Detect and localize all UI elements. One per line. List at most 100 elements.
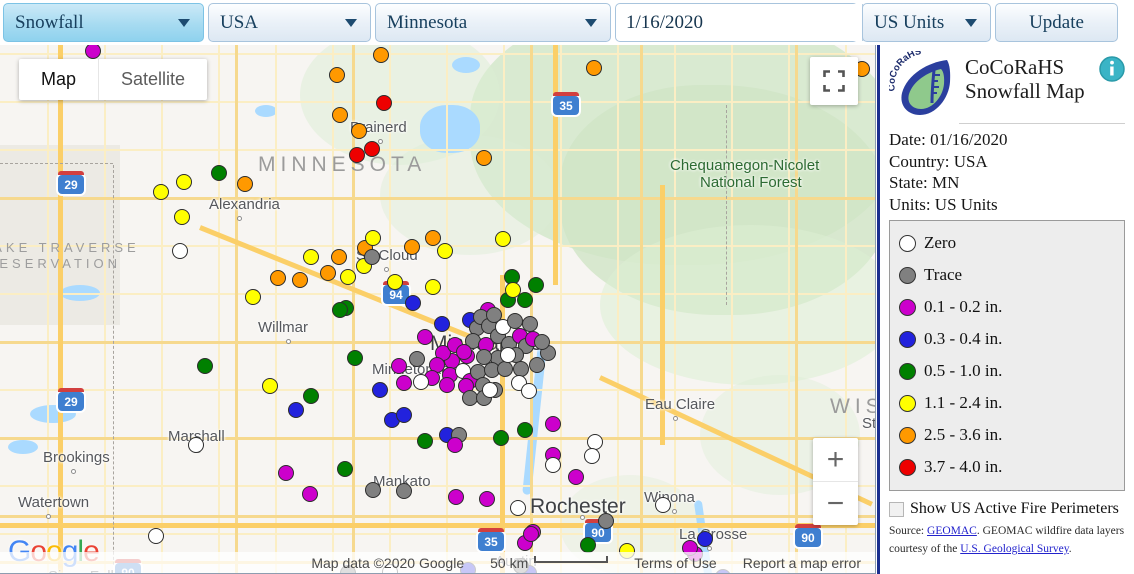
observation-dot[interactable] bbox=[545, 457, 561, 473]
observation-dot[interactable] bbox=[425, 230, 441, 246]
observation-dot[interactable] bbox=[476, 150, 492, 166]
observation-dot[interactable] bbox=[404, 239, 420, 255]
observation-dot[interactable] bbox=[434, 316, 450, 332]
observation-dot[interactable] bbox=[437, 243, 453, 259]
observation-dot[interactable] bbox=[500, 347, 516, 363]
observation-dot[interactable] bbox=[417, 329, 433, 345]
observation-dot[interactable] bbox=[521, 383, 537, 399]
observation-dot[interactable] bbox=[409, 351, 425, 367]
geomac-link[interactable]: GEOMAC bbox=[927, 525, 977, 537]
map-canvas[interactable] bbox=[0, 45, 875, 573]
observation-dot[interactable] bbox=[364, 249, 380, 265]
observation-dot[interactable] bbox=[148, 528, 164, 544]
map-viewport[interactable]: MINNESOTAWISCONSINLAKE TRAVERSERESERVATI… bbox=[0, 45, 876, 574]
observation-dot[interactable] bbox=[349, 147, 365, 163]
map-type-satellite[interactable]: Satellite bbox=[99, 59, 207, 100]
observation-dot[interactable] bbox=[517, 422, 533, 438]
observation-dot[interactable] bbox=[197, 358, 213, 374]
map-type-switcher[interactable]: Map Satellite bbox=[19, 59, 208, 100]
observation-dot[interactable] bbox=[523, 526, 539, 542]
observation-dot[interactable] bbox=[598, 513, 614, 529]
observation-dot[interactable] bbox=[288, 402, 304, 418]
observation-dot[interactable] bbox=[425, 279, 441, 295]
element-select[interactable]: Snowfall bbox=[3, 3, 204, 42]
observation-dot[interactable] bbox=[211, 165, 227, 181]
observation-dot[interactable] bbox=[337, 461, 353, 477]
observation-dot[interactable] bbox=[413, 374, 429, 390]
observation-dot[interactable] bbox=[505, 282, 521, 298]
observation-dot[interactable] bbox=[447, 437, 463, 453]
zoom-in-button[interactable]: + bbox=[813, 438, 858, 481]
observation-dot[interactable] bbox=[340, 269, 356, 285]
observation-dot[interactable] bbox=[405, 295, 421, 311]
observation-dot[interactable] bbox=[439, 377, 455, 393]
observation-dot[interactable] bbox=[391, 358, 407, 374]
observation-dot[interactable] bbox=[347, 350, 363, 366]
observation-dot[interactable] bbox=[568, 469, 584, 485]
country-select[interactable]: USA bbox=[208, 3, 371, 42]
info-icon[interactable] bbox=[1099, 56, 1125, 82]
observation-dot[interactable] bbox=[365, 230, 381, 246]
zoom-controls[interactable]: + − bbox=[813, 438, 858, 525]
observation-dot[interactable] bbox=[270, 270, 286, 286]
observation-dot[interactable] bbox=[387, 274, 403, 290]
observation-dot[interactable] bbox=[456, 344, 472, 360]
observation-dot[interactable] bbox=[376, 95, 392, 111]
observation-dot[interactable] bbox=[303, 388, 319, 404]
fire-perimeters-checkbox[interactable] bbox=[889, 501, 904, 517]
observation-dot[interactable] bbox=[448, 489, 464, 505]
observation-dot[interactable] bbox=[507, 313, 523, 329]
observation-dot[interactable] bbox=[176, 174, 192, 190]
observation-dot[interactable] bbox=[365, 482, 381, 498]
observation-dot[interactable] bbox=[580, 537, 596, 553]
observation-dot[interactable] bbox=[545, 416, 561, 432]
observation-dot[interactable] bbox=[534, 334, 550, 350]
observation-dot[interactable] bbox=[493, 430, 509, 446]
observation-dot[interactable] bbox=[510, 500, 526, 516]
terms-of-use-link[interactable]: Terms of Use bbox=[634, 555, 716, 571]
observation-dot[interactable] bbox=[262, 378, 278, 394]
map-type-map[interactable]: Map bbox=[19, 59, 100, 100]
observation-dot[interactable] bbox=[174, 209, 190, 225]
observation-dot[interactable] bbox=[332, 107, 348, 123]
fire-perimeters-row[interactable]: Show US Active Fire Perimeters bbox=[889, 500, 1125, 518]
observation-dot[interactable] bbox=[396, 407, 412, 423]
observation-dot[interactable] bbox=[364, 141, 380, 157]
observation-dot[interactable] bbox=[396, 375, 412, 391]
observation-dot[interactable] bbox=[479, 491, 495, 507]
observation-dot[interactable] bbox=[522, 316, 538, 332]
observation-dot[interactable] bbox=[237, 176, 253, 192]
state-select[interactable]: Minnesota bbox=[375, 3, 611, 42]
observation-dot[interactable] bbox=[396, 483, 412, 499]
observation-dot[interactable] bbox=[331, 249, 347, 265]
observation-dot[interactable] bbox=[528, 277, 544, 293]
observation-dot[interactable] bbox=[417, 433, 433, 449]
observation-dot[interactable] bbox=[292, 272, 308, 288]
observation-dot[interactable] bbox=[303, 249, 319, 265]
observation-dot[interactable] bbox=[278, 465, 294, 481]
observation-dot[interactable] bbox=[372, 382, 388, 398]
observation-dot[interactable] bbox=[332, 302, 348, 318]
report-map-error-link[interactable]: Report a map error bbox=[743, 555, 861, 571]
observation-dot[interactable] bbox=[320, 265, 336, 281]
observation-dot[interactable] bbox=[495, 231, 511, 247]
observation-dot[interactable] bbox=[584, 448, 600, 464]
observation-dot[interactable] bbox=[351, 123, 367, 139]
observation-dot[interactable] bbox=[188, 437, 204, 453]
usgs-link[interactable]: U.S. Geological Survey bbox=[960, 543, 1069, 555]
update-button[interactable]: Update bbox=[995, 3, 1118, 42]
fullscreen-button[interactable] bbox=[810, 57, 858, 105]
observation-dot[interactable] bbox=[245, 289, 261, 305]
observation-dot[interactable] bbox=[373, 47, 389, 63]
zoom-out-button[interactable]: − bbox=[813, 482, 858, 525]
observation-dot[interactable] bbox=[697, 531, 713, 547]
observation-dot[interactable] bbox=[497, 361, 513, 377]
observation-dot[interactable] bbox=[482, 382, 498, 398]
date-input[interactable] bbox=[616, 4, 862, 41]
observation-dot[interactable] bbox=[329, 67, 345, 83]
units-select[interactable]: US Units bbox=[862, 3, 991, 42]
observation-dot[interactable] bbox=[172, 243, 188, 259]
observation-dot[interactable] bbox=[153, 184, 169, 200]
observation-dot[interactable] bbox=[655, 497, 671, 513]
observation-dot[interactable] bbox=[302, 486, 318, 502]
